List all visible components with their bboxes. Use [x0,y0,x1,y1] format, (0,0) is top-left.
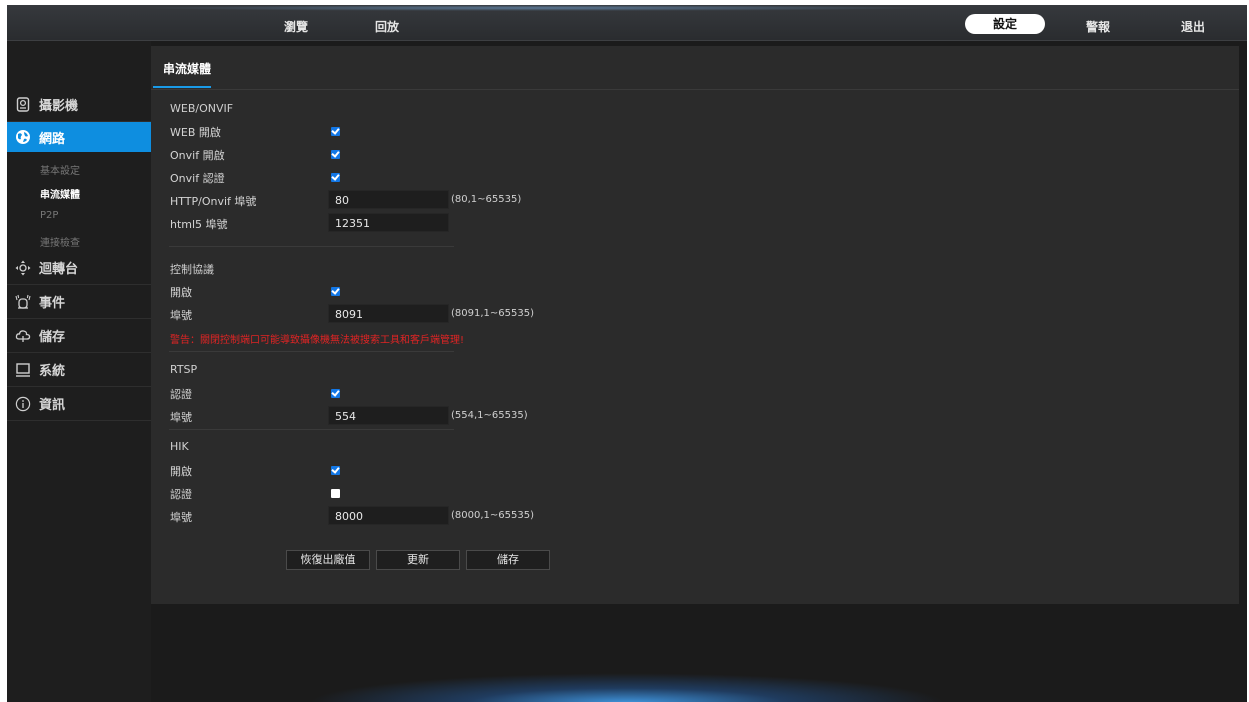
onvif-auth-checkbox[interactable] [331,173,340,182]
tab-underline [153,86,211,88]
save-button[interactable]: 儲存 [466,550,550,570]
app-window: 瀏覽 回放 設定 警報 退出 攝影機 網路 基本設定 串流媒體 P2P 連接檢查… [7,5,1247,702]
sidebar-item-system[interactable]: 系統 [7,353,151,387]
hik-port-range: (8000,1~65535) [451,510,534,521]
alarm-event-icon [14,293,32,311]
control-port-input[interactable]: 8091 [328,304,449,323]
nav-settings[interactable]: 設定 [965,14,1045,34]
rtsp-auth-label: 認證 [170,388,192,401]
storage-icon [14,327,32,345]
divider [169,429,454,430]
web-enable-label: WEB 開啟 [170,126,221,139]
sidebar-sub-p2p[interactable]: P2P [40,210,58,221]
top-glow [137,5,937,11]
hik-auth-label: 認證 [170,488,192,501]
nav-logout[interactable]: 退出 [1181,18,1205,35]
sidebar-item-label: 攝影機 [39,99,79,114]
onvif-auth-label: Onvif 認證 [170,172,225,185]
tab-divider [151,89,1239,90]
sidebar-item-label: 系統 [39,364,66,379]
info-icon [14,395,32,413]
web-enable-checkbox[interactable] [331,127,340,136]
control-port-label: 埠號 [170,309,192,322]
sidebar-item-info[interactable]: 資訊 [7,387,151,421]
sidebar-item-storage[interactable]: 儲存 [7,319,151,353]
sidebar-item-label: 事件 [39,296,66,311]
top-nav-bar: 瀏覽 回放 設定 警報 退出 [7,5,1247,41]
section-hik: HIK [170,440,189,453]
section-rtsp: RTSP [170,363,198,376]
restore-defaults-button[interactable]: 恢復出廠值 [286,550,370,570]
sidebar-item-label: 儲存 [39,330,66,345]
section-web-onvif: WEB/ONVIF [170,102,234,115]
refresh-button[interactable]: 更新 [376,550,460,570]
sidebar-item-network[interactable]: 網路 [7,122,158,152]
hik-auth-checkbox[interactable] [331,489,340,498]
rtsp-port-range: (554,1~65535) [451,410,528,421]
divider [169,246,454,247]
html5-port-label: html5 埠號 [170,218,228,231]
sidebar-item-label: 資訊 [39,398,66,413]
camera-icon [14,96,32,114]
bottom-glow [307,673,947,702]
sidebar: 攝影機 網路 基本設定 串流媒體 P2P 連接檢查 迴轉台 事件 儲存 系統 資… [7,41,158,702]
hik-enable-checkbox[interactable] [331,466,340,475]
sidebar-sub-connection-check[interactable]: 連接檢查 [40,234,80,249]
rtsp-auth-checkbox[interactable] [331,389,340,398]
sidebar-item-label: 網路 [39,131,66,147]
tab-streaming-media[interactable]: 串流媒體 [163,60,211,77]
onvif-enable-checkbox[interactable] [331,150,340,159]
http-port-input[interactable]: 80 [328,190,449,209]
sidebar-sub-basic[interactable]: 基本設定 [40,162,80,177]
hik-port-label: 埠號 [170,511,192,524]
section-control-protocol: 控制協議 [170,263,214,276]
hik-port-input[interactable]: 8000 [328,506,449,525]
ptz-icon [14,259,32,277]
divider [169,351,454,352]
control-enable-label: 開啟 [170,286,192,299]
nav-alarm[interactable]: 警報 [1086,18,1110,35]
sidebar-item-event[interactable]: 事件 [7,285,151,319]
sidebar-sub-streaming[interactable]: 串流媒體 [40,186,80,201]
control-enable-checkbox[interactable] [331,287,340,296]
nav-browse[interactable]: 瀏覽 [284,18,308,35]
sidebar-item-ptz[interactable]: 迴轉台 [7,251,151,285]
control-warning-text: 警告：關閉控制端口可能導致攝像機無法被搜索工具和客戶端管理! [170,335,465,346]
sidebar-item-camera[interactable]: 攝影機 [7,88,151,122]
rtsp-port-label: 埠號 [170,411,192,424]
nav-playback[interactable]: 回放 [375,18,399,35]
control-port-range: (8091,1~65535) [451,308,534,319]
onvif-enable-label: Onvif 開啟 [170,149,225,162]
network-globe-icon [14,128,32,146]
sidebar-item-label: 迴轉台 [39,262,79,277]
hik-enable-label: 開啟 [170,465,192,478]
system-monitor-icon [14,361,32,379]
rtsp-port-input[interactable]: 554 [328,406,449,425]
html5-port-input[interactable]: 12351 [328,213,449,232]
settings-panel: 串流媒體 WEB/ONVIF WEB 開啟 Onvif 開啟 Onvif 認證 … [151,46,1239,604]
http-port-label: HTTP/Onvif 埠號 [170,195,257,208]
http-port-range: (80,1~65535) [451,194,522,205]
